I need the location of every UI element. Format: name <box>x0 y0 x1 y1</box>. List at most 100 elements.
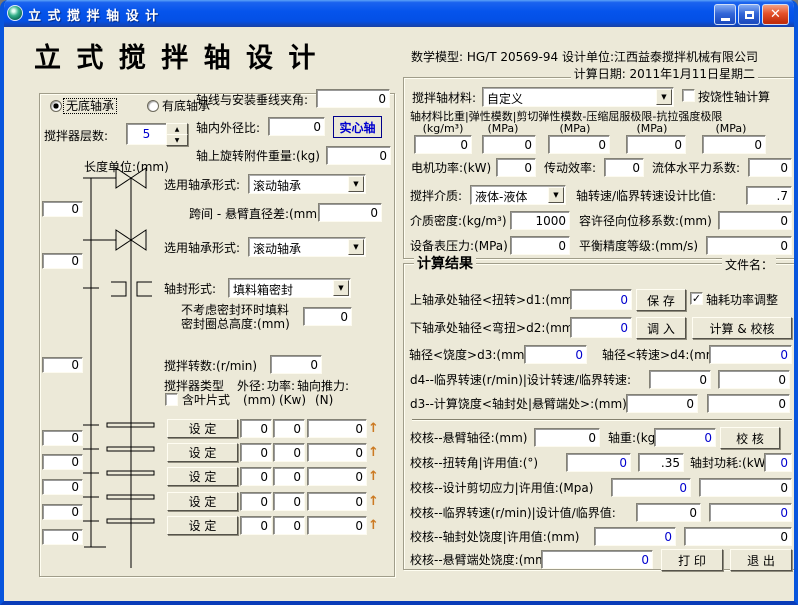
close-button[interactable]: ✕ <box>762 4 789 25</box>
chevron-down-icon[interactable]: ▼ <box>333 280 349 296</box>
check-end-deflection-input[interactable] <box>541 550 653 569</box>
packing-height-input[interactable] <box>303 307 352 326</box>
close-icon: ✕ <box>770 7 781 22</box>
medium-density-input[interactable] <box>510 211 570 230</box>
d3-deflection-input-2[interactable] <box>707 394 790 413</box>
calc-date: 计算日期: 2011年1月11日星期二 <box>571 67 758 81</box>
results-divider <box>412 419 792 421</box>
fluid-coef-input[interactable] <box>748 158 792 177</box>
d3-deflection-input-1[interactable] <box>626 394 698 413</box>
impeller-3-power-input[interactable] <box>273 467 305 486</box>
check-seal-deflection-input-1[interactable] <box>594 527 676 546</box>
d3-input[interactable] <box>524 345 587 364</box>
torsion-allow-input[interactable] <box>638 453 684 472</box>
radio-with-bottom-bearing[interactable] <box>147 100 159 112</box>
check-button[interactable]: 校 核 <box>720 427 780 449</box>
check-shaft-input[interactable] <box>534 428 600 447</box>
print-button[interactable]: 打 印 <box>661 549 723 571</box>
d4-critical-input-1[interactable] <box>649 370 711 389</box>
angle-input[interactable] <box>316 89 390 108</box>
thrust-up-icon[interactable]: ↑ <box>368 517 379 534</box>
impeller-5-power-input[interactable] <box>273 516 305 535</box>
chevron-down-icon[interactable]: ▼ <box>348 176 364 192</box>
check-critical-input-1[interactable] <box>636 503 701 522</box>
title-bar[interactable]: 立 式 搅 拌 轴 设 计 ✕ <box>0 0 798 27</box>
seal-type-select[interactable]: 填料箱密封 ▼ <box>228 278 351 298</box>
impeller-1-power-input[interactable] <box>273 419 305 438</box>
d1-input[interactable] <box>570 289 632 310</box>
impeller-5-od-input[interactable] <box>240 516 272 535</box>
impeller-4-power-input[interactable] <box>273 492 305 511</box>
bearing-type-1-select[interactable]: 滚动轴承 ▼ <box>248 174 366 194</box>
shear-modulus-input[interactable] <box>548 135 610 154</box>
results-title: 计算结果 <box>414 257 476 271</box>
thrust-up-icon[interactable]: ↑ <box>368 468 379 485</box>
thrust-up-icon[interactable]: ↑ <box>368 420 379 437</box>
radio-no-bottom-bearing-label[interactable]: 无底轴承 <box>64 99 116 113</box>
thrust-up-icon[interactable]: ↑ <box>368 444 379 461</box>
solid-shaft-button[interactable]: 实心轴 <box>333 116 382 138</box>
rotating-weight-input[interactable] <box>326 146 391 165</box>
chevron-down-icon[interactable]: ▼ <box>656 89 672 105</box>
impeller-4-thrust-input[interactable] <box>307 492 367 511</box>
pressure-input[interactable] <box>510 236 570 255</box>
d4-input[interactable] <box>709 345 792 364</box>
impeller-layers-field[interactable] <box>126 123 167 145</box>
minimize-button[interactable] <box>714 4 736 25</box>
power-adjust-checkbox[interactable] <box>690 292 703 305</box>
rotating-weight-label: 轴上旋转附件重量:(kg) <box>196 149 320 163</box>
impeller-3-thrust-input[interactable] <box>307 467 367 486</box>
material-label: 搅拌轴材料: <box>412 91 476 105</box>
bearing-type-2-select[interactable]: 滚动轴承 ▼ <box>248 237 366 257</box>
radial-coef-input[interactable] <box>718 211 792 230</box>
check-shear-label: 校核--设计剪切应力|许用值:(Mpa) <box>410 481 593 495</box>
span-diff-input[interactable] <box>318 203 382 222</box>
check-seal-deflection-input-2[interactable] <box>684 527 792 546</box>
flexible-shaft-label: 按饶性轴计算 <box>698 90 770 104</box>
impeller-5-thrust-input[interactable] <box>307 516 367 535</box>
seal-power-input[interactable] <box>764 453 792 472</box>
material-select[interactable]: 自定义 ▼ <box>482 87 674 107</box>
chevron-down-icon[interactable]: ▼ <box>548 187 564 203</box>
impeller-1-od-input[interactable] <box>240 419 272 438</box>
d3-deflection-label: d3--计算饶度<轴封处|悬臂端处>:(mm) <box>410 397 627 411</box>
impeller-4-od-input[interactable] <box>240 492 272 511</box>
check-torsion-input[interactable] <box>566 453 631 472</box>
check-shear-input-2[interactable] <box>699 478 792 497</box>
seal-symbol-right <box>137 282 152 296</box>
impeller-2-thrust-input[interactable] <box>307 443 367 462</box>
efficiency-input[interactable] <box>604 158 644 177</box>
d4-critical-input-2[interactable] <box>718 370 790 389</box>
diameter-ratio-label: 轴内外径比: <box>196 121 260 135</box>
impeller-2-od-input[interactable] <box>240 443 272 462</box>
speed-ratio-label: 轴转速/临界转速设计比值: <box>576 189 716 203</box>
tensile-limit-input[interactable] <box>702 135 766 154</box>
thrust-up-icon[interactable]: ↑ <box>368 493 379 510</box>
speed-ratio-input[interactable] <box>746 186 792 205</box>
balance-grade-input[interactable] <box>706 236 792 255</box>
maximize-button[interactable] <box>738 4 760 25</box>
diameter-ratio-input[interactable] <box>268 117 325 136</box>
unit-od-label: (mm) <box>243 393 276 407</box>
chevron-down-icon[interactable]: ▼ <box>348 239 364 255</box>
impeller-3-od-input[interactable] <box>240 467 272 486</box>
elastic-modulus-input[interactable] <box>482 135 536 154</box>
medium-select[interactable]: 液体-液体 ▼ <box>470 185 566 205</box>
impeller-2-power-input[interactable] <box>273 443 305 462</box>
calc-check-button[interactable]: 计算 & 校核 <box>692 317 792 339</box>
radio-no-bottom-bearing[interactable] <box>50 100 62 112</box>
mixing-speed-input[interactable] <box>270 355 322 374</box>
layers-spin-down[interactable]: ▼ <box>166 134 188 146</box>
check-shear-input-1[interactable] <box>611 478 691 497</box>
flexible-shaft-checkbox[interactable] <box>682 89 695 102</box>
check-critical-input-2[interactable] <box>709 503 792 522</box>
load-button[interactable]: 调 入 <box>636 317 686 339</box>
save-button[interactable]: 保 存 <box>636 289 686 311</box>
density-prop-input[interactable] <box>414 135 472 154</box>
exit-button[interactable]: 退 出 <box>730 549 792 571</box>
yield-limit-input[interactable] <box>626 135 686 154</box>
impeller-1-thrust-input[interactable] <box>307 419 367 438</box>
d2-input[interactable] <box>570 317 632 338</box>
shaft-weight-input[interactable] <box>654 428 716 447</box>
motor-power-input[interactable] <box>496 158 536 177</box>
